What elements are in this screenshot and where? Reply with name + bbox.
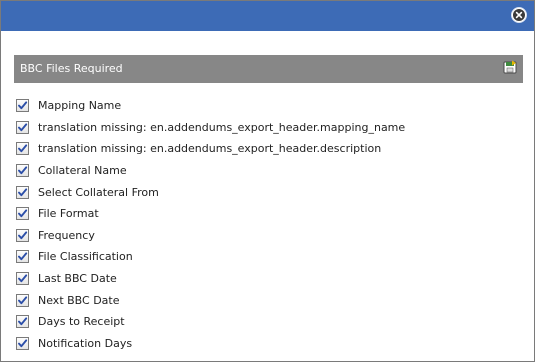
- field-label: Mapping Name: [38, 99, 122, 113]
- section-header: BBC Files Required: [14, 55, 523, 83]
- field-row: Frequency: [16, 225, 405, 247]
- checkmark-icon: [18, 274, 28, 283]
- field-row: translation missing: en.addendums_export…: [16, 138, 405, 160]
- checkmark-icon: [18, 188, 28, 196]
- field-label: Notification Days: [38, 336, 133, 350]
- checkmark-icon: [18, 123, 28, 132]
- field-row: Notification Days: [16, 333, 405, 355]
- field-row: Mapping Name: [16, 95, 405, 117]
- checkmark-icon: [18, 166, 28, 175]
- field-row: File Classification: [16, 246, 405, 268]
- field-row: File Format: [16, 203, 405, 225]
- field-checkbox[interactable]: [16, 336, 29, 350]
- field-label: translation missing: en.addendums_export…: [38, 142, 382, 156]
- section-title: BBC Files Required: [20, 62, 123, 75]
- checkmark-icon: [18, 317, 28, 326]
- close-icon: [513, 9, 525, 21]
- field-label: File Format: [38, 207, 99, 221]
- checkmark-icon: [18, 144, 28, 153]
- field-row: Next BBC Date: [16, 289, 405, 311]
- dialog-titlebar: [1, 1, 534, 31]
- field-checkbox[interactable]: [16, 228, 29, 242]
- field-checkbox[interactable]: [16, 164, 29, 178]
- field-label: Collateral Name: [38, 164, 127, 178]
- field-checkbox[interactable]: [16, 142, 29, 156]
- field-row: Collateral Name: [16, 160, 405, 182]
- checkmark-icon: [18, 231, 28, 240]
- export-columns-dialog: BBC Files Required Mapping Name translati…: [0, 0, 535, 362]
- field-checkbox[interactable]: [16, 207, 29, 221]
- close-button[interactable]: [511, 7, 527, 23]
- field-checkbox[interactable]: [16, 315, 29, 329]
- checkmark-icon: [18, 209, 28, 218]
- field-label: File Classification: [38, 250, 133, 264]
- field-label: Frequency: [38, 228, 95, 242]
- export-icon[interactable]: [503, 60, 517, 74]
- field-checkbox[interactable]: [16, 185, 29, 199]
- field-checkbox[interactable]: [16, 120, 29, 134]
- field-checkbox[interactable]: [16, 293, 29, 307]
- field-label: Next BBC Date: [38, 293, 120, 307]
- field-checkbox[interactable]: [16, 99, 29, 113]
- field-checkbox[interactable]: [16, 272, 29, 286]
- field-checkbox-list: Mapping Name translation missing: en.adde…: [16, 95, 405, 354]
- field-label: Last BBC Date: [38, 272, 117, 286]
- field-row: Days to Receipt: [16, 311, 405, 333]
- field-label: Select Collateral From: [38, 185, 159, 199]
- field-checkbox[interactable]: [16, 250, 29, 264]
- field-label: translation missing: en.addendums_export…: [38, 120, 406, 134]
- field-row: translation missing: en.addendums_export…: [16, 117, 405, 139]
- checkmark-icon: [18, 296, 28, 304]
- checkmark-icon: [18, 339, 28, 347]
- field-row: Select Collateral From: [16, 181, 405, 203]
- field-row: Last BBC Date: [16, 268, 405, 290]
- field-label: Days to Receipt: [38, 315, 125, 329]
- checkmark-icon: [18, 252, 28, 261]
- checkmark-icon: [18, 101, 28, 110]
